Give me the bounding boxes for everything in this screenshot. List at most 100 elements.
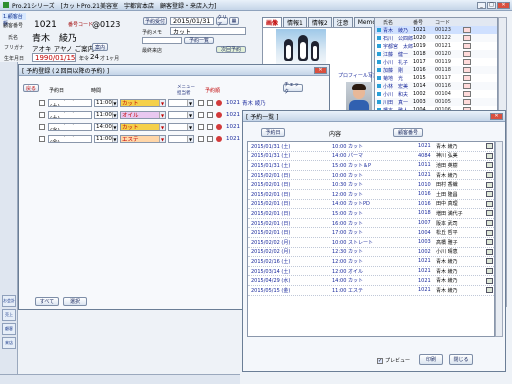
seq-checkbox[interactable] — [207, 136, 213, 142]
staff-checkbox[interactable] — [198, 100, 204, 106]
customer-select-button[interactable] — [463, 43, 471, 49]
reservation-extra-select[interactable]: ▼ — [168, 99, 194, 107]
kana-value[interactable]: アオキ アヤノ ご案内 — [32, 43, 94, 53]
customer-select-button[interactable] — [463, 99, 471, 105]
row-action-button[interactable] — [486, 229, 493, 236]
list-item[interactable]: 2015/03/14 (土) 12:00 オイル 1021 青木 綾乃 — [248, 267, 494, 277]
sort-date-button[interactable]: 予約日 — [261, 128, 285, 137]
close-icon[interactable]: ✕ — [497, 1, 510, 9]
customer-list-item[interactable]: 宇都宮 太郎 1019 00121 — [375, 42, 497, 50]
customer-list-item[interactable]: 江藤 健一 1018 00120 — [375, 50, 497, 58]
customer-list-item[interactable]: 加藤 剛 1016 00118 — [375, 66, 497, 74]
customer-select-button[interactable] — [463, 51, 471, 57]
row-action-button[interactable] — [486, 152, 493, 159]
row-checkbox[interactable] — [39, 136, 45, 142]
list-item[interactable]: 2015/01/31 (土) 14:00 パーマ 4084 神川 弘美 — [248, 152, 494, 162]
list-item[interactable]: 2015/02/01 (日) 14:00 カットPD 1016 田中 真理 — [248, 200, 494, 210]
list-item[interactable]: 2015/05/15 (金) 11:00 エステ 1021 青木 綾乃 — [248, 286, 494, 296]
list-item[interactable]: 2015/01/31 (土) 15:00 カット＆P 1011 池田 英樹 — [248, 161, 494, 171]
staff-checkbox[interactable] — [198, 136, 204, 142]
calendar-icon[interactable]: ▦ — [229, 17, 239, 25]
row-checkbox[interactable] — [39, 112, 45, 118]
date-field[interactable]: 2015/01/31 — [170, 17, 214, 25]
reservation-row[interactable]: 2015/03/28 (土) 11:00 ▼ オイル ▼ ▼ 1021 — [39, 110, 242, 120]
reservation-extra-select[interactable]: ▼ — [168, 123, 194, 131]
customer-list-item[interactable]: 小林 宏美 1014 00116 — [375, 82, 497, 90]
row-checkbox[interactable] — [39, 100, 45, 106]
tab-info2[interactable]: 情報2 — [307, 17, 332, 27]
sort-customer-button[interactable]: 顧客番号 — [393, 128, 423, 137]
list-item[interactable]: 2015/02/01 (日) 16:00 カット 1007 阪本 武司 — [248, 219, 494, 229]
side-btn-sales[interactable]: 売上 — [2, 309, 16, 321]
list-item[interactable]: 2015/02/01 (日) 10:30 カット 1010 田村 香織 — [248, 180, 494, 190]
customer-tab-label[interactable]: 1.顧客台帳 — [2, 13, 26, 27]
row-action-button[interactable] — [486, 287, 493, 294]
list-item[interactable]: 2015/01/31 (土) 10:00 カット 1021 青木 綾乃 — [248, 142, 494, 152]
row-action-button[interactable] — [486, 143, 493, 150]
customer-select-button[interactable] — [463, 67, 471, 73]
tab-image[interactable]: 画像 — [262, 17, 283, 27]
seq-checkbox[interactable] — [207, 100, 213, 106]
clear-button[interactable]: クリア — [216, 15, 228, 28]
list-item[interactable]: 2015/02/01 (日) 17:00 カット 1004 松丘 哲平 — [248, 228, 494, 238]
customer-select-button[interactable] — [463, 59, 471, 65]
record-dot-icon[interactable] — [216, 136, 222, 142]
maximize-icon[interactable]: □ — [487, 1, 496, 9]
reservation-row[interactable]: 2015/05/15 (金) 11:00 ▼ エステ ▼ ▼ 1021 — [39, 134, 242, 144]
row-checkbox[interactable] — [39, 124, 45, 130]
list-item[interactable]: 2015/04/29 (水) 14:00 カット 1021 青木 綾乃 — [248, 276, 494, 286]
row-action-button[interactable] — [486, 181, 493, 188]
customer-list-item[interactable]: 川田 真一 1003 00105 — [375, 98, 497, 106]
staff-checkbox[interactable] — [198, 112, 204, 118]
list-item[interactable]: 2015/02/01 (日) 12:00 カット 1016 土田 隆昌 — [248, 190, 494, 200]
reservation-extra-select[interactable]: ▼ — [168, 111, 194, 119]
reservation-menu-select[interactable]: カット ▼ — [120, 123, 166, 131]
customer-select-button[interactable] — [463, 27, 471, 33]
row-action-button[interactable] — [486, 210, 493, 217]
row-action-button[interactable] — [486, 277, 493, 284]
minimize-icon[interactable]: _ — [477, 1, 486, 9]
reservation-date-field[interactable]: 2015/03/14 (土) — [48, 99, 92, 107]
reservation-time-select[interactable]: 14:00 ▼ — [94, 123, 118, 131]
memo-field[interactable] — [142, 37, 182, 44]
birth-field[interactable]: 1990/01/15 — [32, 53, 76, 62]
reservation-date-field[interactable]: 2015/03/28 (土) — [48, 111, 92, 119]
list-item[interactable]: 2015/02/02 (月) 10:00 ストレート 1003 高橋 雅子 — [248, 238, 494, 248]
record-dot-icon[interactable] — [216, 100, 222, 106]
side-btn-customer[interactable]: 顧客 — [2, 323, 16, 335]
seq-checkbox[interactable] — [207, 112, 213, 118]
customer-list-item[interactable]: 小川 和夫 1002 00104 — [375, 90, 497, 98]
customer-select-button[interactable] — [463, 75, 471, 81]
row-action-button[interactable] — [486, 200, 493, 207]
reservation-menu-select[interactable]: オイル ▼ — [120, 111, 166, 119]
row-action-button[interactable] — [486, 248, 493, 255]
close-button[interactable]: 閉じる — [449, 354, 473, 365]
list-item[interactable]: 2015/02/01 (日) 15:00 カット 1018 増田 満代子 — [248, 209, 494, 219]
select-button[interactable]: 選択 — [63, 297, 87, 306]
reservation-row[interactable]: 2015/03/14 (土) 11:00 ▼ カット ▼ ▼ 1021 青木 綾乃 — [39, 98, 266, 108]
reservation-menu-select[interactable]: エステ ▼ — [120, 135, 166, 143]
customer-list-item[interactable]: 青木 綾乃 1021 00123 — [375, 26, 497, 34]
row-action-button[interactable] — [486, 258, 493, 265]
check-button[interactable]: チェック — [283, 82, 303, 95]
close-icon[interactable]: ✕ — [490, 112, 503, 120]
row-action-button[interactable] — [486, 172, 493, 179]
reservation-time-select[interactable]: 11:00 ▼ — [94, 111, 118, 119]
row-action-button[interactable] — [486, 162, 493, 169]
tab-info1[interactable]: 情報1 — [283, 17, 307, 27]
service-field[interactable]: カット — [170, 27, 246, 35]
guide-button[interactable]: 案内 — [92, 43, 108, 51]
side-btn-checkout[interactable]: お会計 — [2, 295, 16, 307]
close-icon[interactable]: ✕ — [314, 66, 327, 74]
back-button[interactable]: 戻る — [23, 84, 39, 92]
record-dot-icon[interactable] — [216, 112, 222, 118]
tab-caution[interactable]: 注意 — [332, 17, 353, 27]
all-button[interactable]: すべて — [35, 297, 59, 306]
reservation-extra-select[interactable]: ▼ — [168, 135, 194, 143]
seq-checkbox[interactable] — [207, 124, 213, 130]
customer-select-button[interactable] — [463, 91, 471, 97]
row-action-button[interactable] — [486, 268, 493, 275]
preview-checkbox[interactable]: ✓ プレビュー — [377, 357, 410, 364]
reservation-date-field[interactable]: 2015/04/29 (水) — [48, 123, 92, 131]
row-action-button[interactable] — [486, 220, 493, 227]
